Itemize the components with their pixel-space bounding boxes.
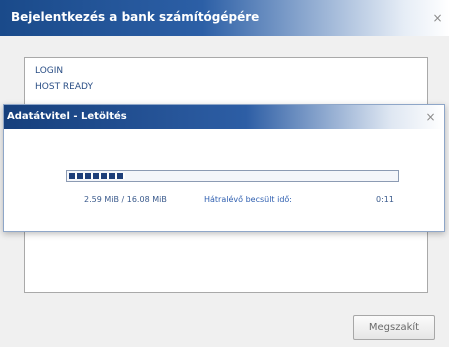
close-icon[interactable]: × <box>431 12 444 25</box>
cancel-button[interactable]: Megszakít <box>353 315 435 340</box>
login-window-titlebar[interactable]: Bejelentkezés a bank számítógépére × <box>0 0 449 36</box>
remaining-time-label: Hátralévő becsült idő: <box>204 195 292 204</box>
log-line: HOST READY <box>35 82 93 92</box>
transferred-size: 2.59 MiB / 16.08 MiB <box>84 195 167 204</box>
remaining-time-value: 0:11 <box>376 195 394 204</box>
transfer-dialog-titlebar[interactable]: Adatátvitel - Letöltés × <box>4 105 444 129</box>
download-progress-bar <box>66 170 399 182</box>
close-icon[interactable]: × <box>424 111 437 124</box>
login-window-title: Bejelentkezés a bank számítógépére <box>11 10 260 24</box>
progress-fill <box>69 173 125 179</box>
transfer-dialog-title: Adatátvitel - Letöltés <box>7 111 127 122</box>
transfer-dialog: Adatátvitel - Letöltés × 2.59 MiB / 16.0… <box>3 104 445 232</box>
log-line: LOGIN <box>35 66 64 76</box>
